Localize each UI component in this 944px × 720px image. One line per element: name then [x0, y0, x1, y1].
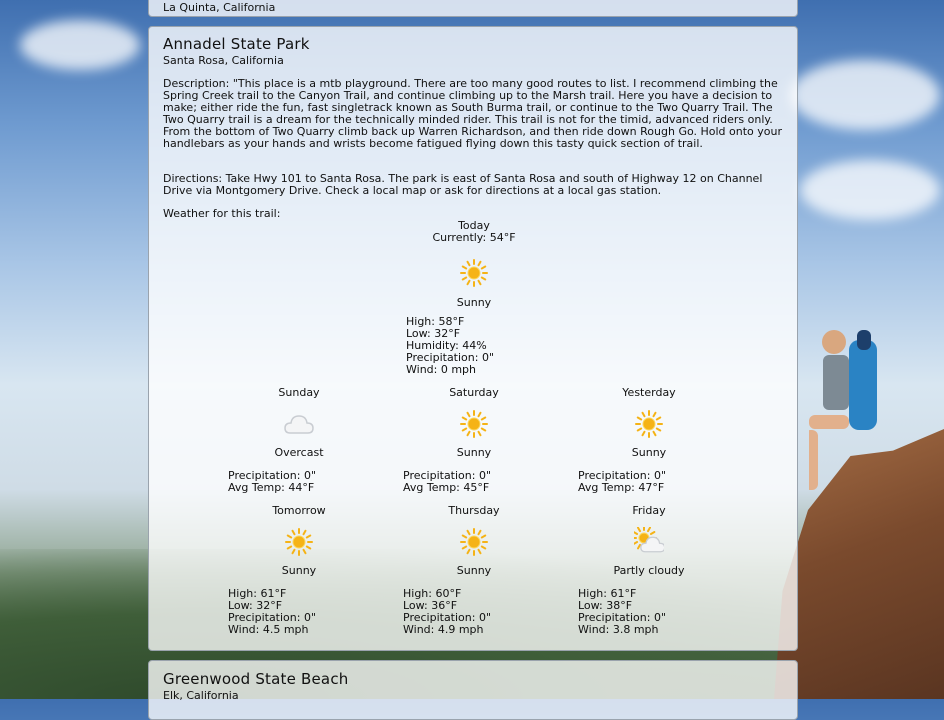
- background-cloud: [800, 160, 940, 220]
- trail-directions: Directions: Take Hwy 101 to Santa Rosa. …: [163, 172, 763, 197]
- day-title: Friday: [632, 504, 666, 517]
- day-condition: Sunny: [456, 564, 492, 577]
- day-avg-temp: Avg Temp: 47°F: [578, 481, 665, 494]
- trail-name[interactable]: Annadel State Park: [163, 35, 310, 53]
- day-title: Tomorrow: [272, 504, 326, 517]
- sun-icon: [634, 409, 664, 439]
- trail-location: Santa Rosa, California: [163, 54, 284, 67]
- day-title: Saturday: [449, 386, 499, 399]
- trail-description: Description: "This place is a mtb playgr…: [163, 77, 783, 150]
- day-avg-temp: Avg Temp: 45°F: [403, 481, 490, 494]
- weather-day-tomorrow: Tomorrow Sunny High: 61°F Low: 32°F Prec…: [219, 505, 379, 636]
- day-wind: Wind: 4.5 mph: [228, 623, 309, 636]
- sun-icon: [459, 527, 489, 557]
- day-title: Yesterday: [622, 386, 676, 399]
- today-wind: Wind: 0 mph: [406, 363, 477, 376]
- background-cloud: [790, 60, 940, 130]
- today-current-temp: Currently: 54°F: [432, 231, 516, 244]
- weather-day-saturday: Saturday Sunny Precipitation: 0" Avg Tem…: [394, 387, 554, 494]
- partly-cloudy-icon: [631, 525, 666, 557]
- trail-card-next: Greenwood State Beach Elk, California: [148, 660, 798, 720]
- day-wind: Wind: 3.8 mph: [578, 623, 659, 636]
- trail-card: Annadel State Park Santa Rosa, Californi…: [148, 26, 798, 651]
- trail-card-previous: La Quinta, California: [148, 0, 798, 17]
- weather-day-sunday: Sunday Overcast Precipitation: 0" Avg Te…: [219, 387, 379, 494]
- weather-day-thursday: Thursday Sunny High: 60°F Low: 36°F Prec…: [394, 505, 554, 636]
- day-condition: Sunny: [281, 564, 317, 577]
- sun-icon: [459, 258, 489, 288]
- today-stats: High: 58°F Low: 32°F Humidity: 44% Preci…: [406, 316, 494, 376]
- trail-location: La Quinta, California: [163, 1, 276, 14]
- sun-icon: [284, 527, 314, 557]
- weather-day-friday: Friday Partly cloudy High: 61°F Low: 38°…: [569, 505, 729, 636]
- today-condition: Sunny: [456, 296, 492, 309]
- day-wind: Wind: 4.9 mph: [403, 623, 484, 636]
- weather-day-yesterday: Yesterday Sunny Precipitation: 0" Avg Te…: [569, 387, 729, 494]
- day-condition: Sunny: [631, 446, 667, 459]
- trail-name[interactable]: Greenwood State Beach: [163, 670, 348, 688]
- trail-location: Elk, California: [163, 689, 239, 702]
- sun-icon: [459, 409, 489, 439]
- day-title: Thursday: [448, 504, 500, 517]
- day-title: Sunday: [278, 386, 320, 399]
- day-condition: Sunny: [456, 446, 492, 459]
- weather-today: Today Currently: 54°F Sunny: [399, 220, 549, 309]
- background-hiker-image: [809, 330, 877, 490]
- day-condition: Overcast: [274, 446, 324, 459]
- cloud-icon: [284, 409, 314, 439]
- background-cloud: [20, 20, 140, 70]
- day-condition: Partly cloudy: [613, 564, 685, 577]
- day-avg-temp: Avg Temp: 44°F: [228, 481, 315, 494]
